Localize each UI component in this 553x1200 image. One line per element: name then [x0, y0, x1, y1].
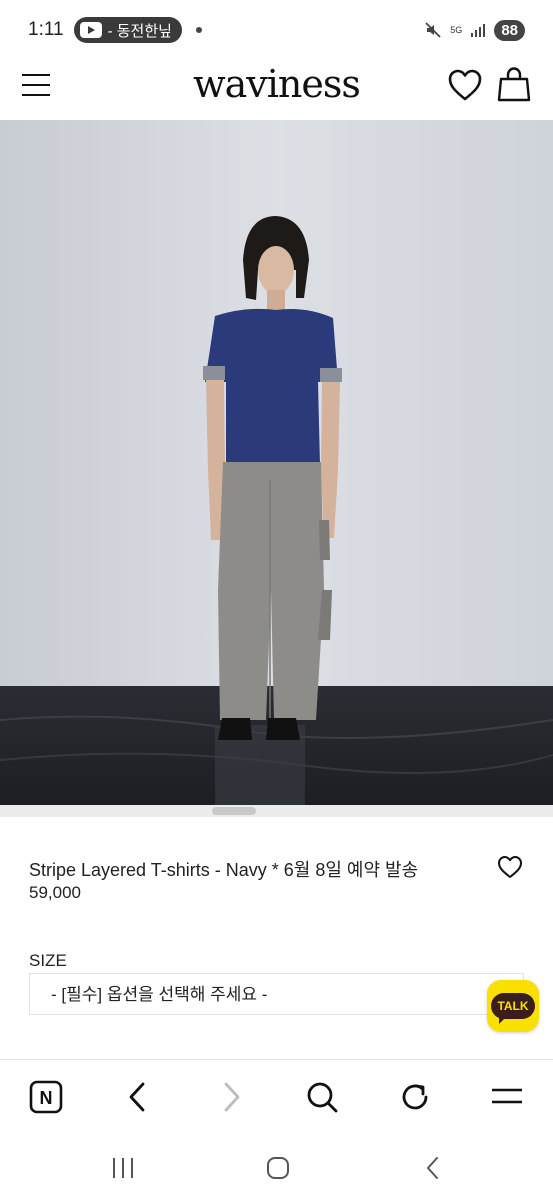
status-bar: 1:11 - 동전한닢 5G 88 [0, 0, 553, 60]
naver-n-icon[interactable]: N [29, 1080, 63, 1114]
product-image[interactable] [0, 120, 553, 805]
network-type-icon: 5G [450, 24, 463, 35]
media-notification-pill[interactable]: - 동전한닢 [73, 17, 182, 43]
product-photo-illustration [0, 120, 553, 805]
talk-label: TALK [491, 993, 535, 1024]
product-title: Stripe Layered T-shirts - Navy * 6월 8일 예… [29, 860, 419, 880]
mute-icon [425, 22, 441, 38]
system-navigation-bar [0, 1135, 553, 1200]
notification-dot-icon [195, 27, 202, 33]
status-time: 1:11 [28, 19, 64, 40]
shopping-bag-icon[interactable] [497, 66, 531, 102]
recent-apps-icon[interactable] [110, 1155, 136, 1181]
back-icon[interactable] [121, 1080, 155, 1114]
size-option-select[interactable]: - [필수] 옵션을 선택해 주세요 - [29, 973, 524, 1015]
site-header: waviness [0, 60, 553, 120]
refresh-icon[interactable] [398, 1080, 432, 1114]
forward-icon [224, 1082, 240, 1112]
battery-icon: 88 [494, 19, 525, 41]
image-scroll-track[interactable] [0, 805, 553, 817]
wishlist-heart-icon[interactable] [447, 68, 483, 102]
home-icon[interactable] [265, 1155, 291, 1181]
browser-toolbar: N [0, 1059, 553, 1135]
naver-letter: N [40, 1088, 53, 1108]
size-label: SIZE [29, 951, 67, 970]
signal-icon [471, 24, 486, 37]
image-scroll-thumb[interactable] [212, 807, 256, 815]
product-price: 59,000 [29, 883, 81, 902]
kakao-talk-button[interactable]: TALK [487, 980, 539, 1032]
status-icons: 5G 88 [424, 19, 525, 41]
product-wishlist-heart-icon[interactable] [497, 855, 523, 879]
browser-menu-icon[interactable] [490, 1080, 524, 1114]
search-icon[interactable] [305, 1080, 339, 1114]
media-title: - 동전한닢 [107, 22, 172, 40]
youtube-icon [79, 22, 102, 38]
system-back-icon[interactable] [420, 1155, 446, 1181]
